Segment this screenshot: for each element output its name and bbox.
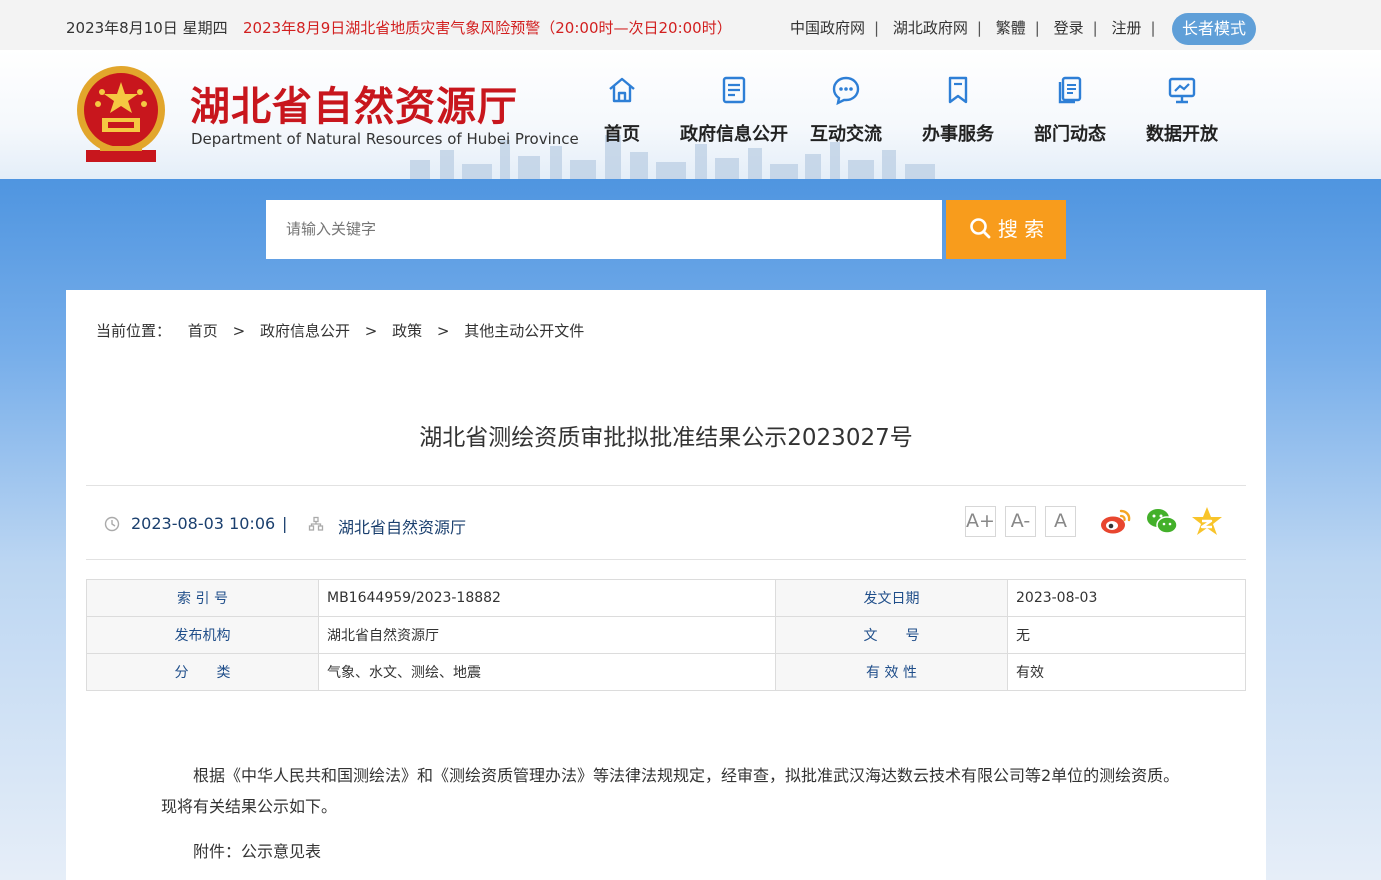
index-number-label: 索 引 号 bbox=[86, 579, 319, 617]
separator: | bbox=[1150, 19, 1156, 37]
category-label: 分 类 bbox=[86, 653, 319, 691]
nav-label: 政府信息公开 bbox=[680, 124, 788, 145]
qzone-icon[interactable] bbox=[1191, 506, 1223, 536]
separator: | bbox=[1034, 19, 1040, 37]
separator: | bbox=[1092, 19, 1098, 37]
elder-mode-button[interactable]: 长者模式 bbox=[1172, 13, 1256, 45]
breadcrumb-separator: > bbox=[364, 322, 378, 340]
chat-icon bbox=[832, 76, 860, 106]
font-decrease-label: A- bbox=[1010, 510, 1031, 532]
link-register[interactable]: 注册 bbox=[1111, 19, 1141, 37]
breadcrumb-other-docs[interactable]: 其他主动公开文件 bbox=[464, 322, 584, 340]
link-login[interactable]: 登录 bbox=[1054, 19, 1084, 37]
attachment-link[interactable]: 附件：公示意见表 bbox=[193, 838, 321, 862]
warning-link[interactable]: 2023年8月9日湖北省地质灾害气象风险预警（20:00时—次日20:00时） bbox=[243, 17, 732, 38]
document-info-table: 索 引 号 MB1644959/2023-18882 发文日期 2023-08-… bbox=[86, 579, 1246, 691]
wechat-icon[interactable] bbox=[1145, 506, 1179, 536]
nav-home[interactable]: 首页 bbox=[566, 74, 678, 146]
nav-gov-info[interactable]: 政府信息公开 bbox=[678, 74, 790, 146]
separator: | bbox=[976, 19, 982, 37]
font-increase-button[interactable]: A+ bbox=[965, 506, 996, 537]
article-body: 根据《中华人民共和国测绘法》和《测绘资质管理办法》等法律法规规定，经审查，拟批准… bbox=[161, 766, 1180, 816]
org-icon bbox=[308, 516, 324, 531]
clock-icon bbox=[104, 516, 120, 532]
content-card: 当前位置： 首页 > 政府信息公开 > 政策 > 其他主动公开文件 湖北省测绘资… bbox=[66, 290, 1266, 880]
search-button-label: 搜 索 bbox=[997, 217, 1045, 241]
issuer-label: 发布机构 bbox=[86, 616, 319, 654]
doc-number-label: 文 号 bbox=[775, 616, 1008, 654]
breadcrumb-policy[interactable]: 政策 bbox=[392, 322, 422, 340]
meta-divider: | bbox=[282, 514, 288, 533]
nav-label: 互动交流 bbox=[810, 124, 882, 145]
issuer-value: 湖北省自然资源厅 bbox=[318, 616, 776, 654]
national-emblem bbox=[77, 66, 165, 162]
current-date: 2023年8月10日 星期四 bbox=[66, 19, 228, 37]
breadcrumb-home[interactable]: 首页 bbox=[188, 322, 218, 340]
document-icon bbox=[722, 76, 746, 104]
table-row: 索 引 号 MB1644959/2023-18882 发文日期 2023-08-… bbox=[86, 579, 1246, 617]
table-row: 分 类 气象、水文、测绘、地震 有 效 性 有效 bbox=[86, 653, 1246, 691]
data-icon bbox=[1168, 77, 1196, 104]
validity-value: 有效 bbox=[1007, 653, 1246, 691]
breadcrumb-separator: > bbox=[232, 322, 246, 340]
search-button[interactable]: 搜 索 bbox=[946, 200, 1066, 259]
font-default-label: A bbox=[1054, 510, 1067, 532]
link-gov-cn[interactable]: 中国政府网 bbox=[790, 19, 865, 37]
table-row: 发布机构 湖北省自然资源厅 文 号 无 bbox=[86, 616, 1246, 654]
weibo-icon[interactable] bbox=[1099, 506, 1133, 536]
font-decrease-button[interactable]: A- bbox=[1005, 506, 1036, 537]
breadcrumb-gov-info[interactable]: 政府信息公开 bbox=[260, 322, 350, 340]
link-hubei-gov[interactable]: 湖北政府网 bbox=[893, 19, 968, 37]
article-title: 湖北省测绘资质审批拟批准结果公示2023027号 bbox=[419, 425, 913, 451]
search-input[interactable] bbox=[266, 200, 942, 259]
font-increase-label: A+ bbox=[966, 510, 995, 532]
publish-datetime: 2023-08-03 10:06 bbox=[131, 514, 276, 533]
top-bar: 2023年8月10日 星期四 2023年8月9日湖北省地质灾害气象风险预警（20… bbox=[0, 0, 1381, 51]
doc-number-value: 无 bbox=[1007, 616, 1246, 654]
search-icon bbox=[970, 218, 991, 239]
category-value: 气象、水文、测绘、地震 bbox=[318, 653, 776, 691]
site-title-en: Department of Natural Resources of Hubei… bbox=[191, 130, 579, 148]
news-icon bbox=[1058, 76, 1082, 104]
nav-dept-news[interactable]: 部门动态 bbox=[1014, 74, 1126, 146]
bookmark-icon bbox=[948, 76, 968, 104]
publisher: 湖北省自然资源厅 bbox=[338, 518, 467, 537]
nav-label: 办事服务 bbox=[922, 124, 994, 145]
issue-date-value: 2023-08-03 bbox=[1007, 579, 1246, 617]
nav-label: 部门动态 bbox=[1034, 124, 1106, 145]
link-traditional[interactable]: 繁體 bbox=[996, 19, 1026, 37]
nav-label: 首页 bbox=[604, 124, 640, 145]
nav-services[interactable]: 办事服务 bbox=[902, 74, 1014, 146]
breadcrumb: 当前位置： 首页 > 政府信息公开 > 政策 > 其他主动公开文件 bbox=[96, 320, 584, 341]
nav-label: 数据开放 bbox=[1146, 124, 1218, 145]
top-links: 中国政府网 | 湖北政府网 | 繁體 | 登录 | 注册 | bbox=[790, 17, 1165, 38]
separator: | bbox=[874, 19, 880, 37]
validity-label: 有 效 性 bbox=[775, 653, 1008, 691]
nav-interaction[interactable]: 互动交流 bbox=[790, 74, 902, 146]
article-meta: 2023-08-03 10:06 | 湖北省自然资源厅 A+ A- A bbox=[86, 485, 1246, 560]
font-default-button[interactable]: A bbox=[1045, 506, 1076, 537]
home-icon bbox=[609, 77, 635, 103]
issue-date-label: 发文日期 bbox=[775, 579, 1008, 617]
breadcrumb-separator: > bbox=[436, 322, 450, 340]
index-number-value: MB1644959/2023-18882 bbox=[318, 579, 776, 617]
nav-open-data[interactable]: 数据开放 bbox=[1126, 74, 1238, 146]
breadcrumb-label: 当前位置： bbox=[96, 322, 172, 340]
site-title: 湖北省自然资源厅 bbox=[190, 83, 518, 130]
site-header: 湖北省自然资源厅 Department of Natural Resources… bbox=[0, 50, 1381, 179]
